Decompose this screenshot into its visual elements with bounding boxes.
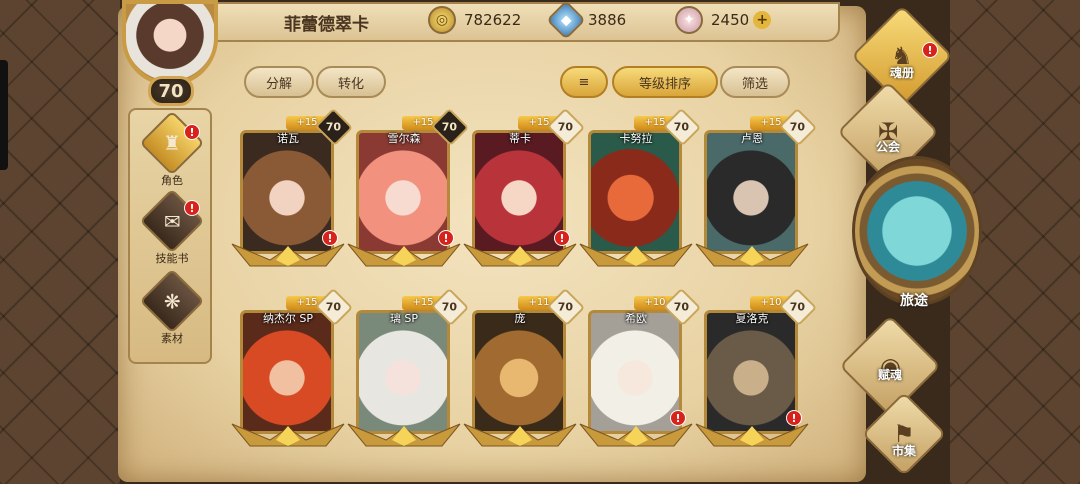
guild-label: 公会 <box>876 140 901 154</box>
rank-wings-icon <box>231 423 345 447</box>
hero-portrait <box>704 130 798 254</box>
nav-label: 角色 <box>161 174 183 187</box>
hero-portrait <box>240 310 334 434</box>
hero-card[interactable]: 蒂卡 +15 70 ! <box>463 107 586 276</box>
stone-counter: ✦ 2450 + <box>675 6 772 34</box>
hero-card[interactable]: 诺瓦 +15 70 ! <box>231 107 354 276</box>
gold-value: 782622 <box>464 11 522 29</box>
talent-button[interactable]: ◉ 赋魂 <box>839 315 941 417</box>
avatar[interactable] <box>122 0 218 86</box>
alert-badge: ! <box>786 410 802 426</box>
rank-wings-icon <box>347 423 461 447</box>
market-icon: ⚑ <box>861 391 947 477</box>
journey-label: 旅途 <box>900 293 928 309</box>
player-avatar-block[interactable]: 70 <box>112 0 230 110</box>
gold-counter: ◎ 782622 <box>428 6 521 34</box>
hero-portrait <box>704 310 798 434</box>
hero-portrait <box>588 310 682 434</box>
soulbook-button[interactable]: ♞ 魂册 ! <box>851 5 953 107</box>
market-label: 市集 <box>892 444 917 458</box>
alert-badge: ! <box>670 410 686 426</box>
alert-badge: ! <box>922 42 938 58</box>
crystal-counter: ◆ 3886 <box>546 0 627 40</box>
add-stone-button[interactable]: + <box>753 11 772 29</box>
sort-order-button[interactable]: ≡ <box>560 66 608 98</box>
hero-portrait <box>356 310 450 434</box>
sort-by-level-button[interactable]: 等级排序 <box>612 66 718 98</box>
filter-button[interactable]: 筛选 <box>720 66 790 98</box>
material-icon: ❋ <box>139 268 205 334</box>
nav-label: 技能书 <box>155 252 189 265</box>
nav-item-skill-books[interactable]: ✉ 技能书 ! <box>139 188 205 268</box>
rank-wings-icon <box>463 423 577 447</box>
skill-book-icon: ✉ <box>139 188 205 254</box>
hero-card[interactable]: 璃 SP +15 70 <box>347 287 470 456</box>
helmet-icon: ♜ <box>139 110 205 176</box>
alert-badge: ! <box>322 230 338 246</box>
alert-badge: ! <box>554 230 570 246</box>
talent-label: 赋魂 <box>878 368 903 382</box>
nav-item-characters[interactable]: ♜ 角色 ! <box>139 110 205 190</box>
hero-card[interactable]: 纳杰尔 SP +15 70 <box>231 287 354 456</box>
hero-portrait <box>472 310 566 434</box>
sort-icon: ≡ <box>578 74 590 90</box>
player-name: 菲蕾德翠卡 <box>284 15 369 35</box>
screen-notch <box>0 60 8 170</box>
gold-coin-icon: ◎ <box>428 6 456 34</box>
hero-card[interactable]: 卡努拉 +15 70 <box>579 107 702 276</box>
journey-button[interactable] <box>852 156 982 306</box>
soulbook-label: 魂册 <box>890 66 915 80</box>
left-backdrop <box>0 0 120 484</box>
alert-badge: ! <box>438 230 454 246</box>
hero-portrait <box>588 130 682 254</box>
market-button[interactable]: ⚑ 市集 <box>861 391 947 477</box>
hero-card[interactable]: 庞 +11 70 <box>463 287 586 456</box>
hero-portrait <box>240 130 334 254</box>
alert-badge: ! <box>184 124 200 140</box>
crystal-value: 3886 <box>588 11 627 29</box>
hero-card[interactable]: 雪尔森 +15 70 ! <box>347 107 470 276</box>
blue-crystal-icon: ◆ <box>546 0 586 40</box>
nav-item-materials[interactable]: ❋ 素材 <box>139 268 205 348</box>
alert-badge: ! <box>184 200 200 216</box>
soulbook-icon: ♞ <box>851 5 953 107</box>
convert-button[interactable]: 转化 <box>316 66 386 98</box>
stone-value: 2450 <box>711 11 750 29</box>
hero-portrait <box>472 130 566 254</box>
player-level-badge: 70 <box>148 76 194 106</box>
decompose-button[interactable]: 分解 <box>244 66 314 98</box>
hero-card[interactable]: 夏洛克 +10 70 ! <box>695 287 818 456</box>
rank-wings-icon <box>695 243 809 267</box>
pink-stone-icon: ✦ <box>675 6 703 34</box>
hero-card[interactable]: 希欧 +10 70 ! <box>579 287 702 456</box>
nav-label: 素材 <box>161 332 183 345</box>
left-nav: ♜ 角色 ! ✉ 技能书 ! ❋ 素材 <box>128 108 212 364</box>
hero-card[interactable]: 卢恩 +15 70 <box>695 107 818 276</box>
rank-wings-icon <box>579 243 693 267</box>
hero-portrait <box>356 130 450 254</box>
